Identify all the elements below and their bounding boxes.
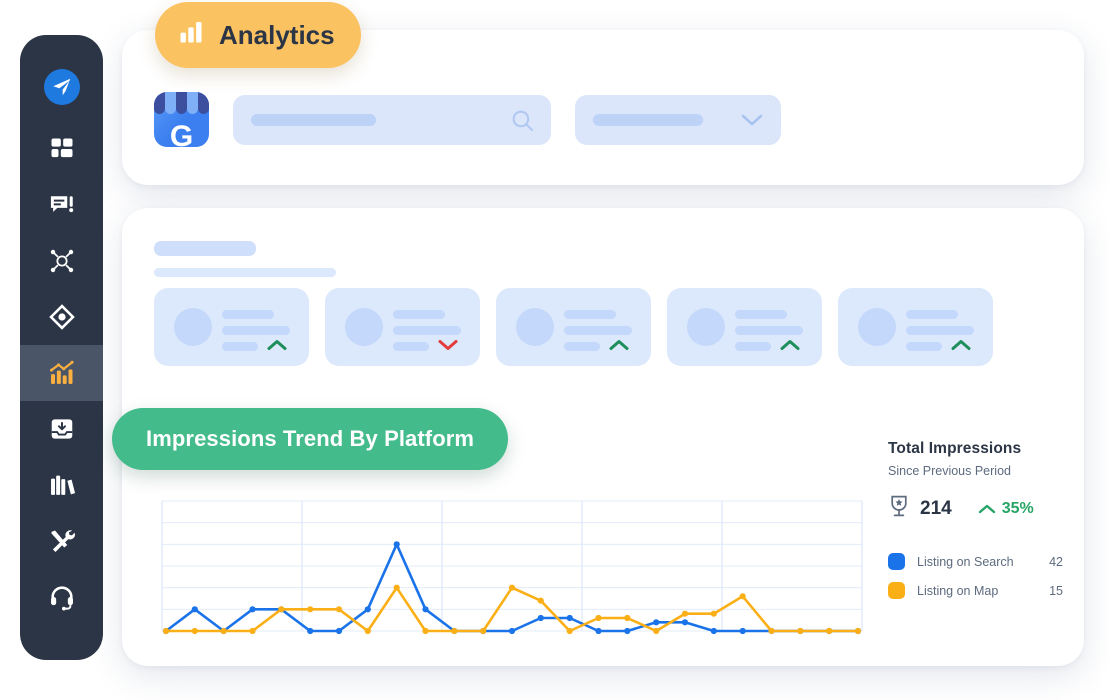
- kpi-line-2: [735, 326, 803, 335]
- wrench-screwdriver-icon: [51, 530, 75, 552]
- books-library-icon: [50, 475, 75, 495]
- message-alert-icon: [50, 196, 73, 213]
- kpi-card[interactable]: [154, 288, 309, 366]
- sidebar-item-analytics[interactable]: [20, 345, 103, 401]
- chevron-up-icon: [978, 504, 995, 513]
- paper-plane-icon: [43, 69, 80, 105]
- kpi-line-3: [906, 342, 942, 351]
- stats-value: 214: [920, 497, 952, 519]
- stats-subtitle: Since Previous Period: [888, 464, 1011, 478]
- kpi-card-row: [154, 288, 993, 366]
- section-title-label: Impressions Trend By Platform: [146, 426, 475, 451]
- impressions-trend-chart: [160, 495, 866, 640]
- kpi-line-3: [393, 342, 429, 351]
- kpi-avatar: [687, 308, 725, 346]
- kpi-avatar: [345, 308, 383, 346]
- panel-subtitle-placeholder: [154, 268, 336, 277]
- legend-label: Listing on Search: [917, 554, 1014, 569]
- trophy-award-icon: [888, 494, 910, 523]
- sidebar: [20, 35, 103, 660]
- kpi-line-1: [393, 310, 445, 319]
- kpi-avatar: [858, 308, 896, 346]
- chevron-down-icon: [739, 111, 765, 134]
- sidebar-item-dashboard[interactable]: [20, 121, 103, 177]
- bar-chart-trend-icon: [49, 360, 74, 384]
- sidebar-item-library[interactable]: [20, 457, 103, 513]
- legend-label: Listing on Map: [917, 583, 999, 598]
- search-input[interactable]: [233, 94, 551, 145]
- kpi-card[interactable]: [838, 288, 993, 366]
- storefront-awning: [154, 92, 209, 114]
- legend-item[interactable]: Listing on Map 15: [888, 582, 1063, 599]
- kpi-line-3: [564, 342, 600, 351]
- kpi-line-3: [735, 342, 771, 351]
- kpi-line-3: [222, 342, 258, 351]
- legend-swatch-map: [888, 582, 905, 599]
- line-chart-svg: [161, 500, 863, 635]
- chevron-up-icon: [608, 338, 630, 357]
- analytics-badge[interactable]: Analytics: [155, 2, 361, 68]
- search-placeholder-bar: [251, 113, 376, 126]
- sidebar-item-messages[interactable]: [20, 177, 103, 233]
- chevron-down-icon: [437, 338, 459, 357]
- stats-delta: 35%: [978, 500, 1034, 518]
- sidebar-item-tools[interactable]: [20, 513, 103, 569]
- filter-dropdown[interactable]: [575, 94, 781, 145]
- analytics-badge-label: Analytics: [219, 19, 335, 50]
- total-impressions-summary: Total Impressions Since Previous Period …: [888, 440, 1063, 599]
- bar-chart-icon: [177, 18, 205, 53]
- sidebar-item-network[interactable]: [20, 233, 103, 289]
- headset-icon: [50, 586, 73, 611]
- legend-value: 42: [1049, 554, 1063, 569]
- kpi-line-2: [906, 326, 974, 335]
- chevron-up-icon: [266, 338, 288, 357]
- kpi-card[interactable]: [496, 288, 651, 366]
- sidebar-logo[interactable]: [20, 57, 103, 117]
- section-title-pill[interactable]: Impressions Trend By Platform: [112, 408, 509, 470]
- inbox-download-icon: [51, 419, 72, 439]
- kpi-card[interactable]: [325, 288, 480, 366]
- stats-figure-row: 214 35%: [888, 494, 1063, 523]
- kpi-line-1: [735, 310, 787, 319]
- kpi-card[interactable]: [667, 288, 822, 366]
- stats-title: Total Impressions: [888, 440, 1022, 457]
- sidebar-item-inbox[interactable]: [20, 401, 103, 457]
- kpi-line-1: [222, 310, 274, 319]
- legend-item[interactable]: Listing on Search 42: [888, 553, 1063, 570]
- kpi-line-2: [564, 326, 632, 335]
- legend-value: 15: [1049, 583, 1063, 598]
- search-icon: [510, 108, 535, 138]
- kpi-line-1: [564, 310, 616, 319]
- network-nodes-icon: [50, 249, 73, 273]
- chevron-up-icon: [950, 338, 972, 357]
- panel-title-placeholder: [154, 241, 256, 256]
- kpi-line-2: [393, 326, 461, 335]
- stats-delta-value: 35%: [1001, 499, 1034, 517]
- google-business-profile-icon[interactable]: G: [154, 92, 209, 147]
- chevron-up-icon: [779, 338, 801, 357]
- filter-value-bar: [593, 113, 703, 126]
- grid-dashboard-icon: [51, 138, 72, 158]
- app-screenshot: G Total Impressions Since Previous Perio…: [0, 0, 1108, 700]
- kpi-line-1: [906, 310, 958, 319]
- kpi-avatar: [516, 308, 554, 346]
- search-row: G: [154, 92, 781, 147]
- gmb-letter: G: [169, 119, 194, 147]
- chart-legend: Listing on Search 42 Listing on Map 15: [888, 553, 1063, 599]
- sidebar-item-compass[interactable]: [20, 289, 103, 345]
- kpi-line-2: [222, 326, 290, 335]
- sidebar-item-support[interactable]: [20, 569, 103, 625]
- kpi-avatar: [174, 308, 212, 346]
- legend-swatch-search: [888, 553, 905, 570]
- diamond-compass-icon: [48, 304, 75, 330]
